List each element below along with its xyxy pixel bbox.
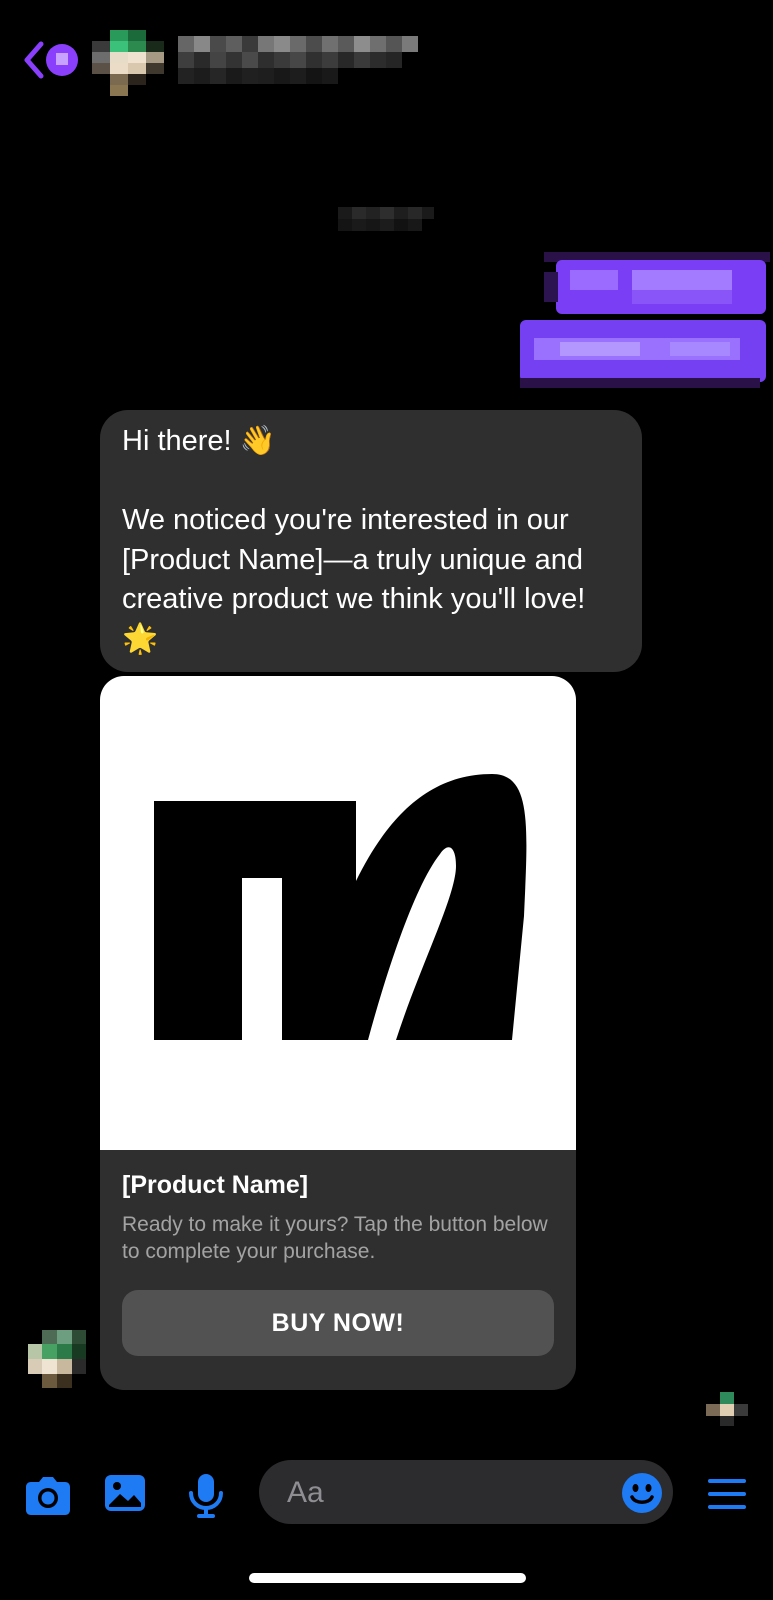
- camera-icon: [26, 1477, 70, 1515]
- more-actions-button[interactable]: [706, 1474, 748, 1514]
- message-line: We noticed you're interested in our: [122, 504, 569, 536]
- timestamp-pixelated: [336, 203, 436, 233]
- emoji-icon: [622, 1473, 662, 1513]
- photo-gallery-button[interactable]: [104, 1472, 154, 1522]
- home-indicator[interactable]: [249, 1573, 526, 1583]
- emoji-button[interactable]: [621, 1472, 663, 1514]
- microphone-icon: [189, 1474, 223, 1518]
- product-card[interactable]: [Product Name] Ready to make it yours? T…: [100, 676, 576, 1390]
- chevron-left-icon: [24, 41, 78, 79]
- menu-icon: [708, 1479, 746, 1509]
- product-description: Ready to make it yours? Tap the button b…: [122, 1213, 548, 1263]
- message-input[interactable]: [285, 1460, 589, 1526]
- buy-now-button[interactable]: BUY NOW!: [122, 1290, 554, 1356]
- incoming-message-bubble[interactable]: Hi there! 👋 We noticed you're interested…: [100, 410, 642, 672]
- voice-message-button[interactable]: [186, 1472, 236, 1522]
- product-title: [Product Name]: [122, 1171, 309, 1199]
- message-input-pill[interactable]: [259, 1460, 673, 1526]
- contact-name-pixelated[interactable]: [178, 33, 438, 97]
- product-image[interactable]: [100, 676, 576, 1150]
- back-button[interactable]: [22, 40, 82, 80]
- read-receipt-avatar: [702, 1392, 750, 1428]
- message-greeting: Hi there! 👋: [122, 425, 276, 457]
- sender-avatar[interactable]: [28, 1330, 86, 1388]
- photo-icon: [105, 1475, 145, 1511]
- message-line: creative product we think you'll love!: [122, 583, 586, 615]
- chat-header: [0, 0, 773, 130]
- brand-logo-m-icon: [154, 774, 527, 1040]
- message-line: [Product Name]—a truly unique and: [122, 543, 584, 576]
- messenger-chat-screen: Hi there! 👋 We noticed you're interested…: [0, 0, 773, 1600]
- outgoing-messages-pixelated: [520, 252, 770, 392]
- message-composer: [0, 1450, 773, 1550]
- camera-button[interactable]: [24, 1472, 74, 1522]
- message-paragraph-gap: [122, 462, 620, 502]
- message-line-star: 🌟: [122, 622, 159, 655]
- contact-avatar[interactable]: [92, 30, 164, 96]
